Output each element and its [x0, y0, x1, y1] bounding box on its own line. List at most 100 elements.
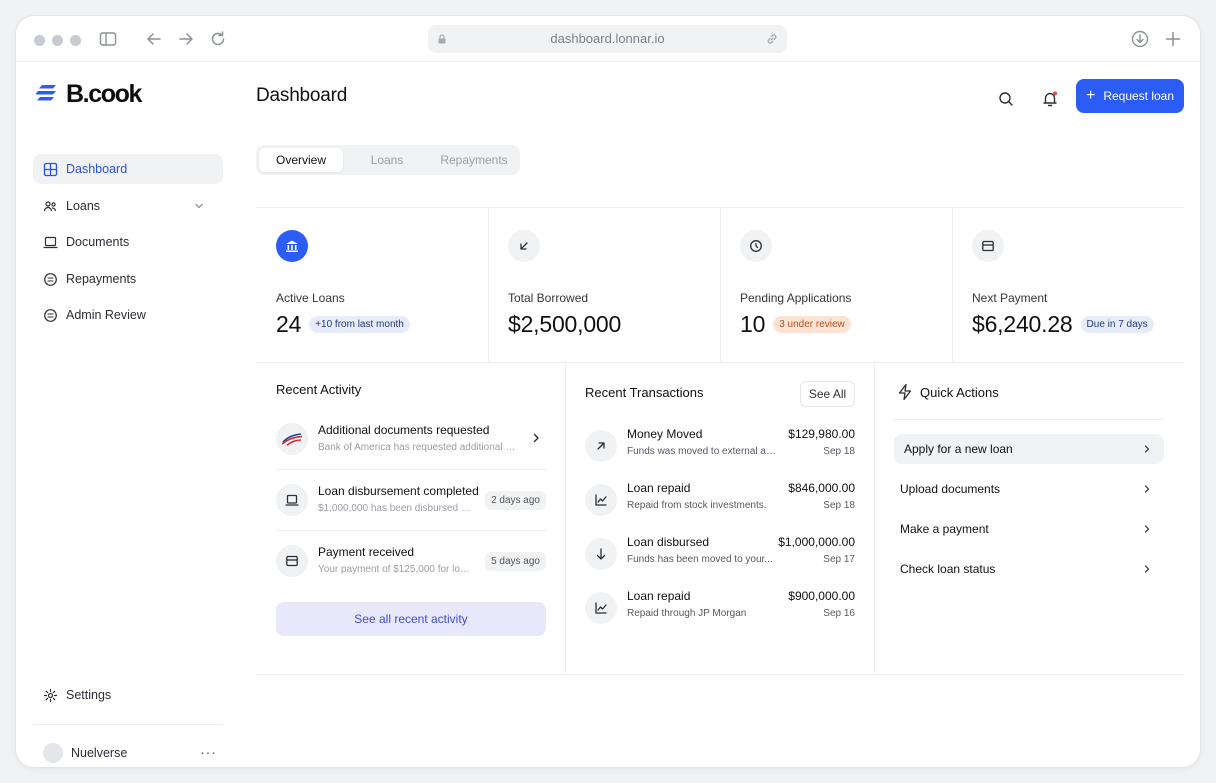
bank-of-america-logo-icon — [276, 423, 308, 455]
sidebar-item-label: Repayments — [66, 272, 137, 286]
transaction-title: Loan repaid — [627, 589, 691, 603]
search-icon[interactable] — [996, 89, 1016, 109]
stat-label: Active Loans — [276, 291, 345, 305]
stat-card-active-loans: Active Loans 24 +10 from last month — [256, 208, 488, 362]
chevron-right-icon — [1144, 445, 1150, 453]
sidebar-divider — [33, 724, 223, 725]
transaction-row[interactable]: Loan repaid Repaid from stock investment… — [585, 481, 855, 531]
transaction-row[interactable]: Loan repaid Repaid through JP Morgan $90… — [585, 589, 855, 639]
transaction-date: Sep 18 — [823, 500, 855, 511]
divider — [565, 363, 566, 674]
request-loan-button[interactable]: + Request loan — [1076, 79, 1184, 113]
stat-value: $2,500,000 — [508, 311, 622, 337]
sidebar-item-documents[interactable]: Documents — [33, 227, 223, 257]
chevron-down-icon[interactable] — [193, 200, 205, 212]
new-tab-plus-icon[interactable] — [1163, 29, 1183, 49]
transaction-amount: $846,000.00 — [788, 481, 855, 495]
sidebar-item-loans[interactable]: Loans — [33, 191, 223, 221]
settings-label: Settings — [66, 688, 112, 702]
bell-icon[interactable] — [1040, 89, 1060, 109]
forward-arrow-icon[interactable] — [176, 29, 196, 49]
quick-action-label: Check loan status — [900, 562, 996, 576]
coin-icon — [44, 308, 57, 322]
divider — [256, 362, 1184, 363]
brand-name: B.cook — [66, 79, 142, 108]
transaction-row[interactable]: Loan disbursed Funds has been moved to y… — [585, 535, 855, 585]
url-text: dashboard.lonnar.io — [550, 31, 665, 46]
transaction-title: Loan repaid — [627, 481, 691, 495]
sidebar-item-label: Documents — [66, 235, 130, 249]
stat-label: Total Borrowed — [508, 291, 589, 305]
wallet-icon — [276, 545, 308, 577]
quick-action-upload-documents[interactable]: Upload documents — [894, 474, 1164, 504]
chart-line-icon — [585, 592, 617, 624]
avatar — [43, 743, 63, 763]
timestamp-badge: 2 days ago — [485, 491, 546, 510]
transaction-subtitle: Repaid through JP Morgan — [627, 608, 747, 619]
transaction-date: Sep 18 — [823, 446, 855, 457]
stat-label: Next Payment — [972, 291, 1048, 305]
laptop-icon — [43, 236, 58, 248]
divider — [256, 674, 1184, 675]
sidebar-item-label: Dashboard — [66, 162, 128, 176]
sidebar-item-settings[interactable]: Settings — [33, 680, 223, 710]
clock-icon — [740, 230, 772, 262]
activity-subtitle: $1,000,000 has been disbursed to... — [318, 503, 473, 514]
stat-value: 10 — [740, 311, 766, 337]
see-all-transactions-button[interactable]: See All — [800, 381, 855, 407]
sidebar-item-repayments[interactable]: Repayments — [33, 264, 223, 294]
browser-window: dashboard.lonnar.io B.cook Dashboard Loa… — [16, 16, 1200, 767]
stat-card-pending-applications: Pending Applications 10 3 under review — [720, 208, 952, 362]
browser-toolbar: dashboard.lonnar.io — [16, 16, 1200, 62]
window-dot-icon[interactable] — [70, 35, 81, 46]
user-profile[interactable]: Nuelverse ··· — [33, 738, 223, 767]
tab-overview[interactable]: Overview — [259, 148, 343, 172]
more-options-icon[interactable]: ··· — [200, 744, 217, 760]
quick-actions-title: Quick Actions — [920, 385, 999, 400]
status-badge: 3 under review — [773, 316, 851, 333]
sidebar-toggle-icon[interactable] — [98, 29, 118, 49]
activity-subtitle: Your payment of $125,000 for loan... — [318, 564, 473, 575]
sidebar-item-dashboard[interactable]: Dashboard — [33, 154, 223, 184]
recent-activity-title: Recent Activity — [276, 382, 362, 397]
gear-icon — [43, 688, 58, 702]
transaction-amount: $1,000,000.00 — [778, 535, 855, 549]
activity-title: Payment received — [318, 545, 415, 559]
quick-action-make-payment[interactable]: Make a payment — [894, 514, 1164, 544]
quick-action-check-loan-status[interactable]: Check loan status — [894, 554, 1164, 584]
back-arrow-icon[interactable] — [144, 29, 164, 49]
address-bar[interactable]: dashboard.lonnar.io — [428, 25, 787, 53]
coin-icon — [44, 272, 57, 286]
chart-line-icon — [585, 484, 617, 516]
quick-action-label: Apply for a new loan — [904, 442, 1013, 456]
tab-bar: Overview Loans Repayments — [256, 145, 520, 175]
download-icon[interactable] — [1130, 29, 1150, 49]
reload-icon[interactable] — [208, 29, 228, 49]
stat-card-next-payment: Next Payment $6,240.28 Due in 7 days — [952, 208, 1184, 362]
activity-title: Additional documents requested — [318, 423, 490, 437]
window-dot-icon[interactable] — [52, 35, 63, 46]
transaction-amount: $129,980.00 — [788, 427, 855, 441]
transaction-date: Sep 17 — [823, 554, 855, 565]
activity-subtitle: Bank of America has requested additional… — [318, 442, 518, 453]
chevron-right-icon[interactable] — [530, 432, 542, 444]
timestamp-badge: 5 days ago — [485, 552, 546, 571]
activity-item[interactable]: Loan disbursement completed $1,000,000 h… — [276, 470, 546, 530]
divider — [874, 363, 875, 674]
transaction-row[interactable]: Money Moved Funds was moved to external … — [585, 427, 855, 477]
transaction-date: Sep 16 — [823, 608, 855, 619]
tab-loans[interactable]: Loans — [346, 148, 428, 172]
sidebar-item-admin-review[interactable]: Admin Review — [33, 300, 223, 330]
status-badge: Due in 7 days — [1080, 316, 1154, 333]
see-all-activity-button[interactable]: See all recent activity — [276, 602, 546, 636]
link-icon[interactable] — [765, 32, 779, 46]
window-dot-icon[interactable] — [34, 35, 45, 46]
activity-item[interactable]: Additional documents requested Bank of A… — [276, 409, 546, 469]
arrow-up-right-icon — [585, 430, 617, 462]
activity-item[interactable]: Payment received Your payment of $125,00… — [276, 531, 546, 591]
tab-repayments[interactable]: Repayments — [431, 148, 517, 172]
brand-logo[interactable]: B.cook — [36, 79, 142, 109]
quick-action-apply-loan[interactable]: Apply for a new loan — [894, 434, 1164, 464]
user-name: Nuelverse — [71, 746, 128, 760]
chevron-right-icon — [1144, 485, 1150, 493]
